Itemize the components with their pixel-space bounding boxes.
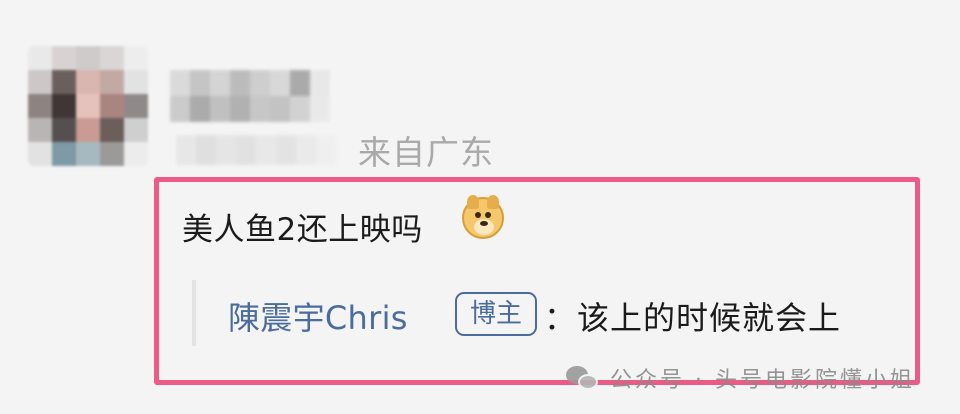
user-info-pixelated (176, 135, 336, 165)
reply-text: ：该上的时候就会上 (544, 299, 842, 337)
comment-screenshot: 来自广东 美人鱼2还上映吗 陳震宇Chris 博主 ：该上的时候就会上 公众号 … (0, 0, 960, 414)
reply-author-link[interactable]: 陳震宇Chris (228, 293, 408, 339)
author-badge: 博主 (455, 292, 537, 336)
watermark: 公众号 · 头号电影院懂小姐 (566, 362, 915, 394)
watermark-text: 公众号 · 头号电影院懂小姐 (610, 368, 915, 393)
comment-location: 来自广东 (358, 133, 494, 172)
comment-text: 美人鱼2还上映吗 (182, 212, 423, 248)
username-pixelated[interactable] (170, 70, 330, 122)
avatar[interactable] (28, 46, 148, 166)
doge-emoji-icon (462, 195, 504, 239)
reply-quote-bar (192, 280, 196, 346)
wechat-icon (566, 364, 600, 392)
